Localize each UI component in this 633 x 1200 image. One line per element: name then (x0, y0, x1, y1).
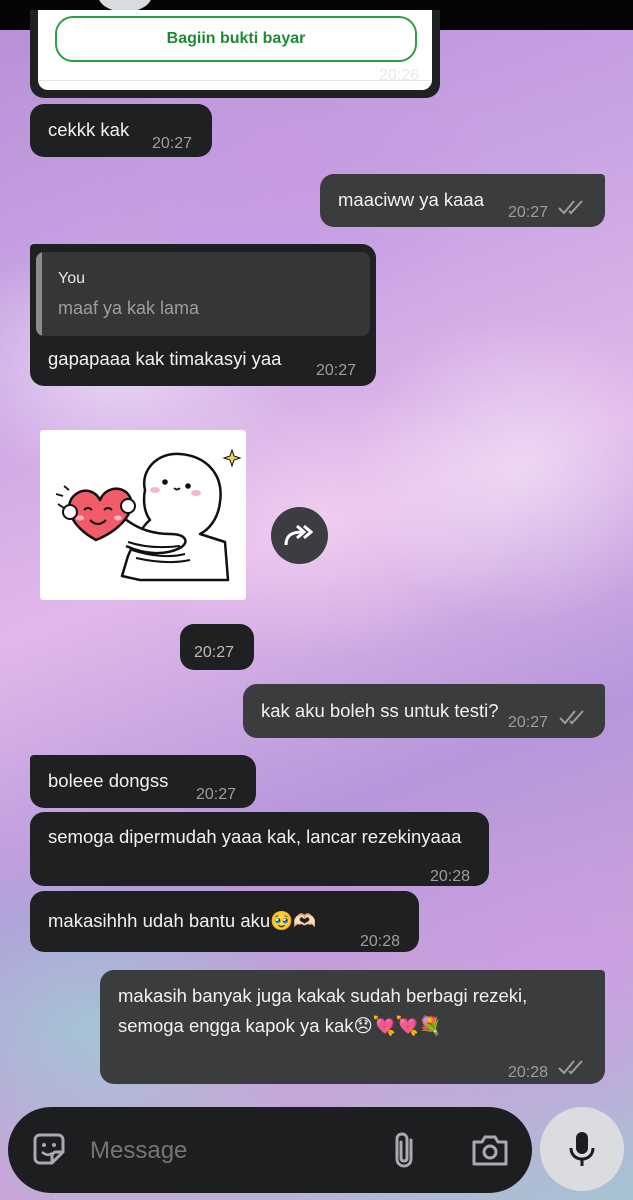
message-time: 20:27 (194, 644, 235, 661)
attach-icon[interactable] (391, 1130, 419, 1170)
message-input[interactable] (90, 1130, 360, 1172)
message-bubble-incoming[interactable]: cekkk kak 20:27 (30, 104, 212, 157)
message-bubble-outgoing[interactable]: maaciww ya kaaa 20:27 (320, 174, 605, 227)
message-time: 20:27 (152, 135, 193, 152)
card-divider (38, 80, 432, 81)
message-time: 20:27 (196, 786, 237, 803)
forward-icon (284, 524, 313, 545)
message-time: 20:27 (508, 714, 549, 731)
message-time: 20:27 (508, 204, 549, 221)
hugging-heart-sticker[interactable] (40, 430, 246, 600)
message-bubble-incoming[interactable]: makasihhh udah bantu aku🥹🫶🏻 20:28 (30, 891, 419, 952)
message-time: 20:28 (430, 868, 471, 885)
message-bubble-incoming[interactable]: semoga dipermudah yaaa kak, lancar rezek… (30, 812, 489, 886)
message-bubble-incoming[interactable]: boleee dongss 20:27 (30, 755, 256, 808)
camera-icon[interactable] (470, 1132, 510, 1168)
mic-button[interactable] (540, 1107, 624, 1191)
read-ticks-icon (558, 1060, 583, 1075)
quote-text: maaf ya kak lama (58, 298, 200, 318)
sticker-time-chip: 20:27 (180, 624, 254, 670)
message-time: 20:28 (360, 933, 401, 950)
mic-icon (569, 1132, 595, 1166)
message-bubble-outgoing[interactable]: makasih banyak juga kakak sudah berbagi … (100, 970, 605, 1084)
quote-author: You (58, 270, 85, 287)
message-time: 20:26 (379, 67, 420, 84)
message-time: 20:28 (508, 1064, 549, 1081)
message-text: boleee dongss (48, 770, 169, 791)
message-text-line-2: semoga engga kapok ya kak😞💘💘💐 (118, 1015, 442, 1036)
read-ticks-icon (559, 710, 584, 725)
message-bubble-outgoing[interactable]: kak aku boleh ss untuk testi? 20:27 (243, 684, 605, 738)
message-text-line-1: makasih banyak juga kakak sudah berbagi … (118, 985, 528, 1006)
sticker-icon[interactable] (30, 1130, 68, 1168)
message-text: semoga dipermudah yaaa kak, lancar rezek… (48, 826, 462, 847)
quote-bar (36, 252, 42, 336)
message-text: gapapaaa kak timakasyi yaa (48, 348, 282, 369)
read-ticks-icon (558, 200, 583, 215)
quoted-message[interactable]: You maaf ya kak lama (36, 252, 370, 336)
message-text: maaciww ya kaaa (338, 189, 485, 210)
share-payment-proof-button[interactable]: Bagiin bukti bayar (55, 16, 417, 62)
message-text: kak aku boleh ss untuk testi? (261, 700, 499, 721)
forward-button[interactable] (271, 507, 328, 564)
message-time: 20:27 (316, 362, 357, 379)
message-text: cekkk kak (48, 119, 130, 140)
message-text: makasihhh udah bantu aku🥹🫶🏻 (48, 910, 317, 931)
